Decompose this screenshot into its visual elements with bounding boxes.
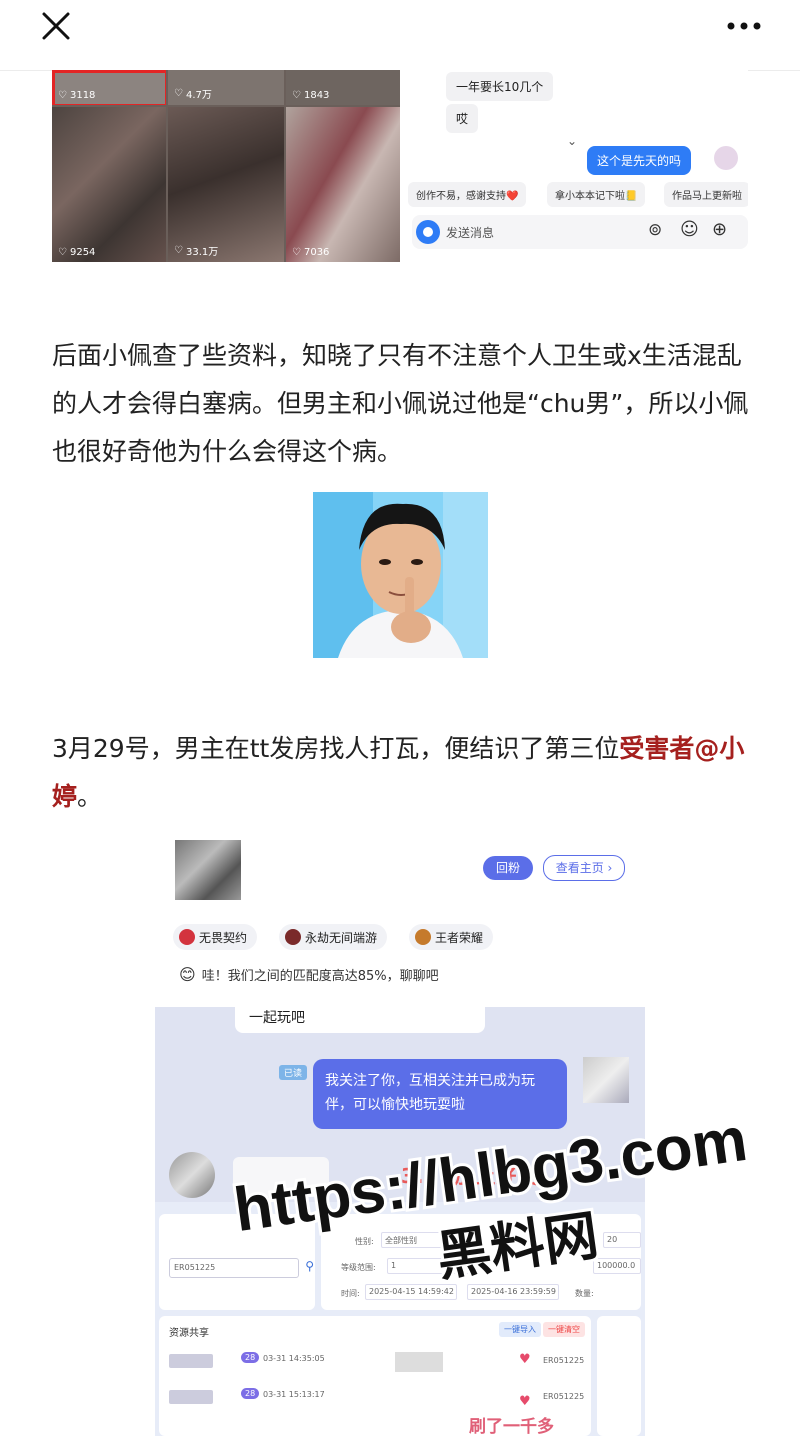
level-badge: 28: [241, 1352, 260, 1363]
meme-image: [313, 492, 488, 658]
heart-icon: ♡: [292, 247, 301, 258]
video-tile: ♡ 33.1万: [168, 107, 284, 262]
heart-icon: ♥: [519, 1394, 531, 1409]
top-bar: [0, 0, 800, 71]
match-hint: 😊 哇！我们之间的匹配度高达85%，聊聊吧: [179, 965, 439, 984]
paragraph-text: 3月29号，男主在tt发房找人打瓦，便结识了第三位: [52, 734, 620, 763]
chat-message: 一起玩吧: [235, 1003, 485, 1033]
add-icon[interactable]: ⊕: [712, 219, 727, 240]
match-text: 哇！我们之间的匹配度高达85%，聊聊吧: [201, 969, 439, 984]
level-badge: 28: [241, 1388, 260, 1399]
watermark: https://hlbg3.com 黑料网: [227, 1102, 790, 1295]
heart-icon: ♡: [174, 245, 183, 256]
resource-share-card: 资源共享 一键导入 一键清空 28 03-31 14:35:05 ♥ ER051…: [159, 1316, 591, 1436]
like-count: 33.1万: [185, 247, 219, 258]
close-button[interactable]: [36, 6, 76, 46]
blurred-cell: [395, 1352, 443, 1372]
article-paragraph-2: 3月29号，男主在tt发房找人打瓦，便结识了第三位受害者@小婷。: [52, 725, 752, 821]
embedded-screenshot-video-chat: ♡ 3118 ♡ 4.7万 ♡ 1843 ♡ 9254 ♡ 33.1万 ♡ 7036 一年要…: [52, 70, 748, 262]
game-tag-label: 无畏契约: [199, 930, 248, 945]
import-button[interactable]: 一键导入: [499, 1322, 541, 1337]
more-options-button[interactable]: [722, 6, 766, 46]
honor-of-kings-icon: [415, 929, 431, 945]
game-tag-label: 王者荣耀: [435, 930, 484, 945]
avatar: [583, 1057, 629, 1103]
heart-icon: ♡: [58, 247, 67, 258]
game-tag-label: 永劫无间端游: [305, 930, 378, 945]
like-count: 3118: [69, 90, 96, 101]
table-row[interactable]: 28 03-31 14:35:05 ♥ ER051225: [169, 1352, 585, 1382]
video-tile: ♡ 1843: [286, 70, 400, 105]
video-tile: ♡ 4.7万: [168, 70, 284, 105]
chat-message: 哎: [446, 104, 479, 133]
video-tile: ♡ 9254: [52, 107, 166, 262]
heart-icon: ♥: [519, 1352, 531, 1367]
quick-reply-tag[interactable]: 作品马上更新啦: [664, 182, 748, 207]
like-count: 1843: [303, 90, 330, 101]
avatar: [714, 146, 738, 170]
avatar: [169, 1390, 213, 1404]
video-tile: ♡ 7036: [286, 107, 400, 262]
row-id: ER051225: [543, 1356, 585, 1365]
annotation-note: 刷了一千多: [469, 1417, 554, 1436]
paragraph-text-end: 。: [77, 782, 103, 811]
read-receipt: 已读: [279, 1065, 308, 1080]
game-tag[interactable]: 永劫无间端游: [279, 924, 388, 950]
naraka-icon: [285, 929, 301, 945]
avatar: [175, 840, 241, 900]
view-profile-button[interactable]: 查看主页 ›: [543, 855, 625, 881]
section-title: 资源共享: [169, 1328, 209, 1339]
chat-message-outgoing: 这个是先天的吗: [587, 146, 692, 175]
article-paragraph: 后面小佩查了些资料，知晓了只有不注意个人卫生或x生活混乱的人才会得白塞病。但男主…: [52, 341, 749, 466]
close-icon: [42, 12, 70, 40]
video-tile: ♡ 3118: [52, 70, 166, 105]
message-input-bar[interactable]: 发送消息 ⊚ ☺ ⊕: [412, 215, 748, 249]
audio-icon[interactable]: ⊚: [648, 220, 662, 240]
side-card: [597, 1316, 641, 1436]
row-time: 03-31 14:35:05: [263, 1354, 325, 1363]
more-icon: [727, 22, 761, 30]
like-count: 4.7万: [185, 90, 212, 101]
message-input-placeholder: 发送消息: [446, 226, 495, 240]
chevron-down-icon[interactable]: ⌄: [567, 134, 577, 148]
quick-reply-tag[interactable]: 拿小本本记下啦📒: [547, 182, 646, 207]
valorant-icon: [179, 929, 195, 945]
game-tag[interactable]: 无畏契约: [173, 924, 258, 950]
search-value: ER051225: [174, 1263, 216, 1272]
heart-icon: ♡: [174, 88, 183, 99]
chat-message: 一年要长10几个: [446, 72, 554, 101]
row-time: 03-31 15:13:17: [263, 1390, 325, 1399]
row-id: ER051225: [543, 1392, 585, 1401]
quick-reply-tag[interactable]: 创作不易，感谢支持❤️: [408, 182, 527, 207]
video-grid: ♡ 3118 ♡ 4.7万 ♡ 1843 ♡ 9254 ♡ 33.1万 ♡ 7036: [52, 70, 400, 262]
game-tag[interactable]: 王者荣耀: [409, 924, 494, 950]
clear-button[interactable]: 一键清空: [543, 1322, 585, 1337]
avatar: [169, 1152, 215, 1198]
voice-icon[interactable]: [416, 220, 440, 244]
like-count: 7036: [303, 247, 330, 258]
avatar: [169, 1354, 213, 1368]
emoji-icon[interactable]: ☺: [680, 219, 699, 240]
smile-emoji-icon: 😊: [179, 965, 196, 984]
heart-icon: ♡: [292, 90, 301, 101]
chat-panel: 一年要长10几个 哎 ⌄ 这个是先天的吗 创作不易，感谢支持❤️ 拿小本本记下啦…: [408, 70, 748, 262]
follow-back-button[interactable]: 回粉: [483, 856, 533, 880]
like-count: 9254: [69, 247, 96, 258]
watermark-site-name: 黑料网: [433, 1203, 602, 1288]
heart-icon: ♡: [58, 90, 67, 101]
